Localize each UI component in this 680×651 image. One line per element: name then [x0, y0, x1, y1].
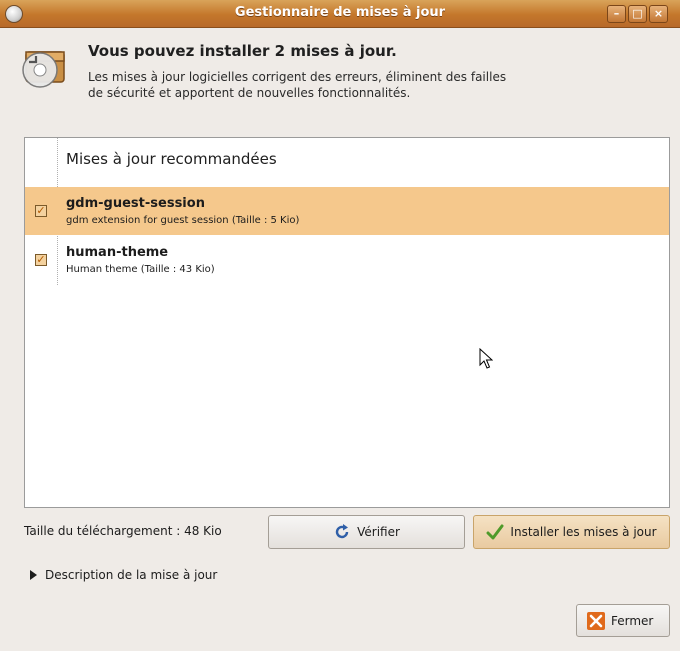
install-updates-button[interactable]: Installer les mises à jour: [473, 515, 670, 549]
update-manager-window: Gestionnaire de mises à jour – □ × Vous …: [0, 0, 680, 651]
title-bar[interactable]: Gestionnaire de mises à jour – □ ×: [0, 0, 680, 28]
check-button-label: Vérifier: [357, 525, 400, 539]
list-item[interactable]: ✓ human-theme Human theme (Taille : 43 K…: [25, 236, 669, 284]
package-name: gdm-guest-session: [66, 196, 205, 211]
install-updates-label: Installer les mises à jour: [510, 525, 657, 539]
section-title-recommended: Mises à jour recommandées: [66, 150, 277, 168]
description-expander[interactable]: Description de la mise à jour: [30, 568, 217, 582]
update-checkbox[interactable]: ✓: [35, 254, 47, 266]
updates-description: Les mises à jour logicielles corrigent d…: [88, 70, 507, 100]
close-button[interactable]: Fermer: [576, 604, 670, 637]
refresh-icon: [335, 524, 349, 539]
list-item[interactable]: ✓ gdm-guest-session gdm extension for gu…: [25, 187, 669, 235]
minimize-button[interactable]: –: [607, 5, 626, 23]
update-manager-icon: [22, 51, 65, 88]
download-size-label: Taille du téléchargement : 48 Kio: [24, 524, 222, 538]
updates-count-title: Vous pouvez installer 2 mises à jour.: [88, 42, 397, 60]
disclosure-triangle-icon: [30, 570, 37, 580]
close-button-label: Fermer: [611, 613, 654, 628]
package-description: Human theme (Taille : 43 Kio): [66, 264, 215, 275]
mouse-pointer-icon: [479, 348, 493, 369]
window-title: Gestionnaire de mises à jour: [234, 5, 446, 20]
package-description: gdm extension for guest session (Taille …: [66, 215, 300, 226]
checkmark-icon: [486, 524, 504, 540]
updates-list[interactable]: Mises à jour recommandées ✓ gdm-guest-se…: [24, 137, 670, 508]
maximize-button[interactable]: □: [628, 5, 647, 23]
check-button[interactable]: Vérifier: [268, 515, 465, 549]
close-icon: [587, 611, 605, 630]
description-expander-label: Description de la mise à jour: [45, 568, 218, 582]
update-checkbox[interactable]: ✓: [35, 205, 47, 217]
close-window-button[interactable]: ×: [649, 5, 668, 23]
package-name: human-theme: [66, 245, 169, 260]
